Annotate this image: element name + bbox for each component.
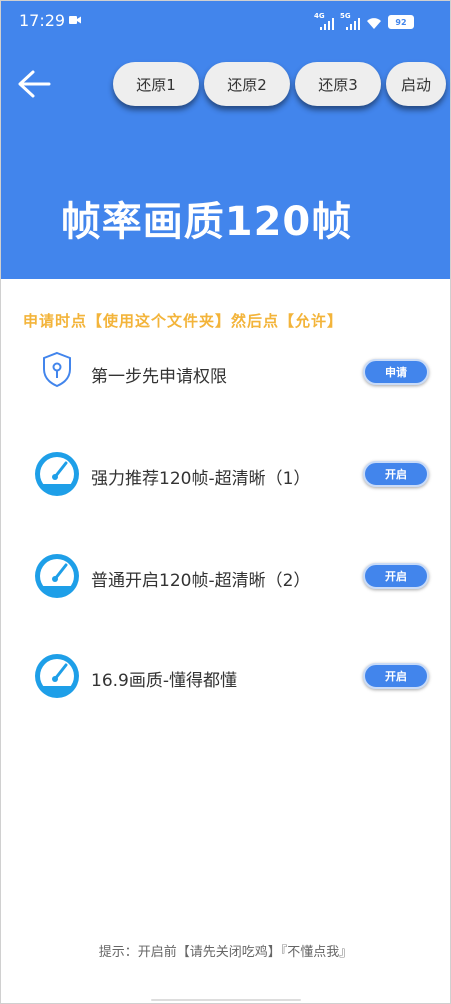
list-item-permission: 第一步先申请权限 申请 [1,345,450,401]
status-bar: 17:29 4G 5G 92 [1,1,450,41]
permission-notice: 申请时点【使用这个文件夹】然后点【允许】 [23,312,344,330]
header: 17:29 4G 5G 92 还原1 还原2 还原3 启动 帧率画质120帧 [1,1,450,279]
battery-indicator: 92 [388,15,414,29]
speedometer-icon [35,554,79,598]
enable-normal-button[interactable]: 开启 [363,563,429,589]
list-item-label: 强力推荐120帧-超清晰（1） [91,469,311,489]
list-item-normal-120fps: 普通开启120帧-超清晰（2） 开启 [1,549,450,605]
hint-text[interactable]: 提示：开启前【请先关闭吃鸡】『不懂点我』 [1,941,450,960]
restore1-button[interactable]: 还原1 [113,62,199,106]
list-item-169-quality: 16.9画质-懂得都懂 开启 [1,649,450,705]
list-item-label: 16.9画质-懂得都懂 [91,671,237,691]
apply-permission-button[interactable]: 申请 [363,359,429,385]
speedometer-icon [35,654,79,698]
signal-4g-icon: 4G [314,12,334,30]
list-item-label: 普通开启120帧-超清晰（2） [91,571,311,591]
restore2-button[interactable]: 还原2 [204,62,290,106]
app-screen: 17:29 4G 5G 92 还原1 还原2 还原3 启动 帧率画质120帧 申… [0,0,451,1004]
wifi-icon [367,18,381,29]
list-item-label: 第一步先申请权限 [91,367,227,387]
signal-5g-icon: 5G [340,12,360,30]
video-camera-icon [69,16,81,24]
start-button[interactable]: 启动 [386,62,446,106]
home-indicator [151,999,301,1001]
speedometer-icon [35,452,79,496]
status-time: 17:29 [19,11,66,30]
restore3-button[interactable]: 还原3 [295,62,381,106]
list-item-strong-120fps: 强力推荐120帧-超清晰（1） 开启 [1,447,450,503]
back-arrow-icon[interactable] [17,69,51,99]
shield-key-icon [43,351,71,388]
status-icons: 4G 5G 92 [314,12,414,30]
enable-169-button[interactable]: 开启 [363,663,429,689]
enable-strong-button[interactable]: 开启 [363,461,429,487]
page-title: 帧率画质120帧 [60,199,353,245]
